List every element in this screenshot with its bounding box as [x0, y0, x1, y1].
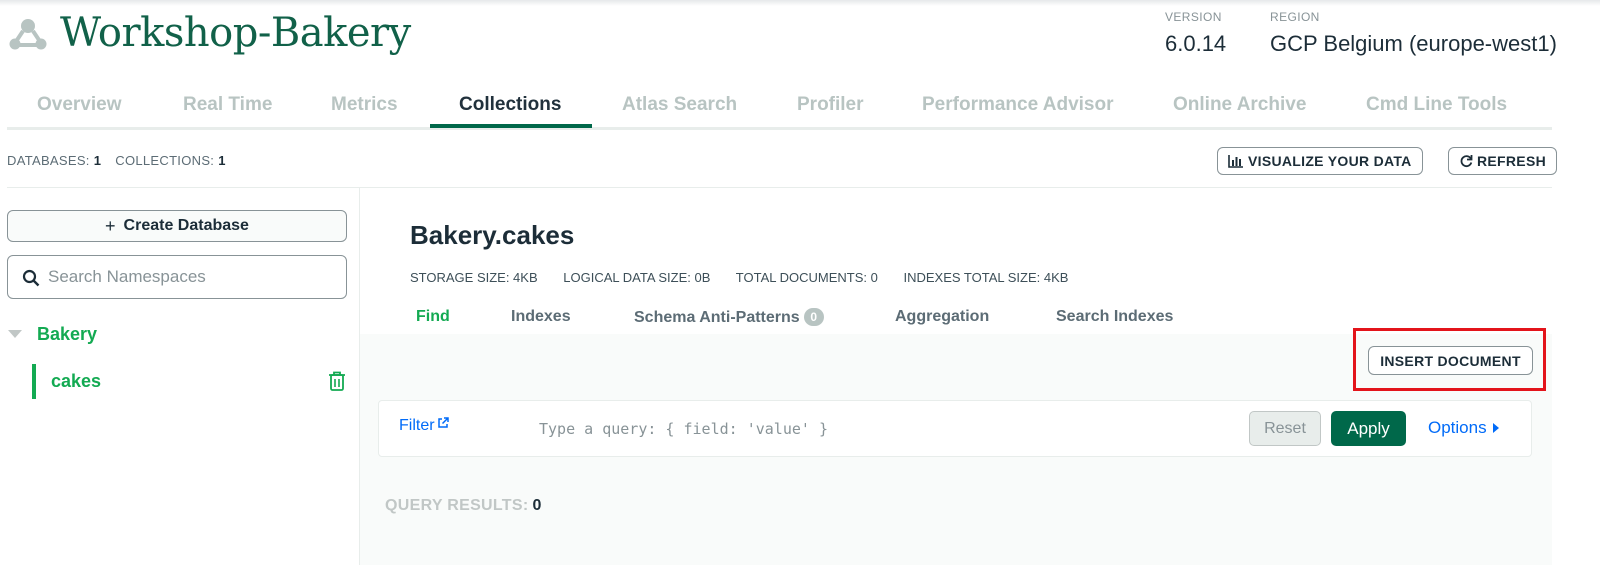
external-link-icon — [437, 417, 449, 428]
storage-size: STORAGE SIZE: 4KB — [410, 270, 538, 285]
anti-patterns-count-badge: 0 — [803, 308, 824, 326]
tab-aggregation[interactable]: Aggregation — [895, 308, 989, 326]
filter-link[interactable]: Filter — [399, 417, 449, 435]
region-value: GCP Belgium (europe-west1) — [1270, 31, 1557, 56]
reset-button[interactable]: Reset — [1249, 411, 1321, 446]
tab-cmd-line-tools[interactable]: Cmd Line Tools — [1366, 94, 1507, 116]
filter-query-input[interactable] — [539, 413, 1239, 445]
indexes-total-size: INDEXES TOTAL SIZE: 4KB — [903, 270, 1069, 285]
total-documents: TOTAL DOCUMENTS: 0 — [735, 270, 878, 285]
selected-collection-indicator — [32, 364, 36, 399]
query-bar: Filter Reset Apply Options — [378, 400, 1532, 457]
collections-label: COLLECTIONS: — [115, 153, 215, 168]
logical-data-size: LOGICAL DATA SIZE: 0B — [563, 270, 711, 285]
tab-atlas-search[interactable]: Atlas Search — [622, 94, 737, 116]
bar-chart-icon — [1228, 155, 1243, 168]
tab-find[interactable]: Find — [416, 308, 450, 326]
tab-metrics[interactable]: Metrics — [331, 94, 398, 116]
header-divider — [7, 187, 1552, 188]
tab-collections[interactable]: Collections — [459, 94, 561, 116]
cluster-tabs: Overview Real Time Metrics Collections A… — [7, 88, 1552, 130]
active-tab-indicator — [430, 124, 592, 128]
filter-label: Filter — [399, 417, 435, 434]
tab-real-time[interactable]: Real Time — [183, 94, 272, 116]
version-block: VERSION 6.0.14 — [1165, 10, 1226, 57]
options-label: Options — [1428, 418, 1487, 437]
collections-count: 1 — [218, 153, 226, 168]
trash-icon[interactable] — [327, 370, 347, 392]
databases-count: 1 — [93, 153, 102, 168]
sidebar-collection-cakes[interactable]: cakes — [51, 371, 101, 392]
insert-document-button[interactable]: INSERT DOCUMENT — [1368, 346, 1533, 375]
tab-search-indexes[interactable]: Search Indexes — [1056, 308, 1173, 326]
create-database-label: Create Database — [123, 217, 249, 234]
tab-schema-anti-patterns[interactable]: Schema Anti-Patterns 0 — [634, 308, 824, 327]
caret-down-icon[interactable] — [8, 330, 22, 338]
region-block: REGION GCP Belgium (europe-west1) — [1270, 10, 1557, 57]
visualize-data-button[interactable]: VISUALIZE YOUR DATA — [1217, 147, 1423, 175]
refresh-button[interactable]: REFRESH — [1448, 147, 1557, 175]
databases-label: DATABASES: — [7, 153, 90, 168]
query-results: QUERY RESULTS: 0 — [385, 497, 542, 515]
namespace-search — [7, 255, 347, 299]
refresh-icon — [1460, 155, 1473, 167]
search-icon — [22, 269, 40, 287]
tab-schema-anti-patterns-label: Schema Anti-Patterns — [634, 309, 800, 326]
apply-button[interactable]: Apply — [1331, 411, 1406, 446]
tab-profiler[interactable]: Profiler — [797, 94, 864, 116]
refresh-label: REFRESH — [1477, 153, 1546, 169]
tab-online-archive[interactable]: Online Archive — [1173, 94, 1306, 116]
version-value: 6.0.14 — [1165, 31, 1227, 56]
namespace-counts: DATABASES: 1 COLLECTIONS: 1 — [7, 153, 240, 168]
tab-overview[interactable]: Overview — [37, 94, 122, 116]
cluster-title: Workshop-Bakery — [60, 10, 411, 56]
query-results-label: QUERY RESULTS: — [385, 497, 529, 514]
plus-icon: + — [105, 215, 116, 236]
visualize-data-label: VISUALIZE YOUR DATA — [1248, 153, 1412, 169]
version-label: VERSION — [1165, 10, 1222, 24]
sidebar-database-bakery[interactable]: Bakery — [37, 324, 97, 345]
query-results-count: 0 — [532, 497, 542, 514]
options-toggle[interactable]: Options — [1428, 418, 1499, 438]
create-database-button[interactable]: + Create Database — [7, 210, 347, 242]
tab-indexes[interactable]: Indexes — [511, 308, 571, 326]
top-shadow — [0, 0, 1600, 6]
namespace-title: Bakery.cakes — [410, 220, 575, 250]
region-label: REGION — [1270, 10, 1320, 24]
namespace-search-input[interactable] — [48, 256, 338, 298]
collection-stats: STORAGE SIZE: 4KB LOGICAL DATA SIZE: 0B … — [410, 270, 1090, 285]
cluster-icon — [9, 19, 47, 50]
tab-performance-advisor[interactable]: Performance Advisor — [922, 94, 1113, 116]
caret-right-icon — [1492, 423, 1499, 433]
